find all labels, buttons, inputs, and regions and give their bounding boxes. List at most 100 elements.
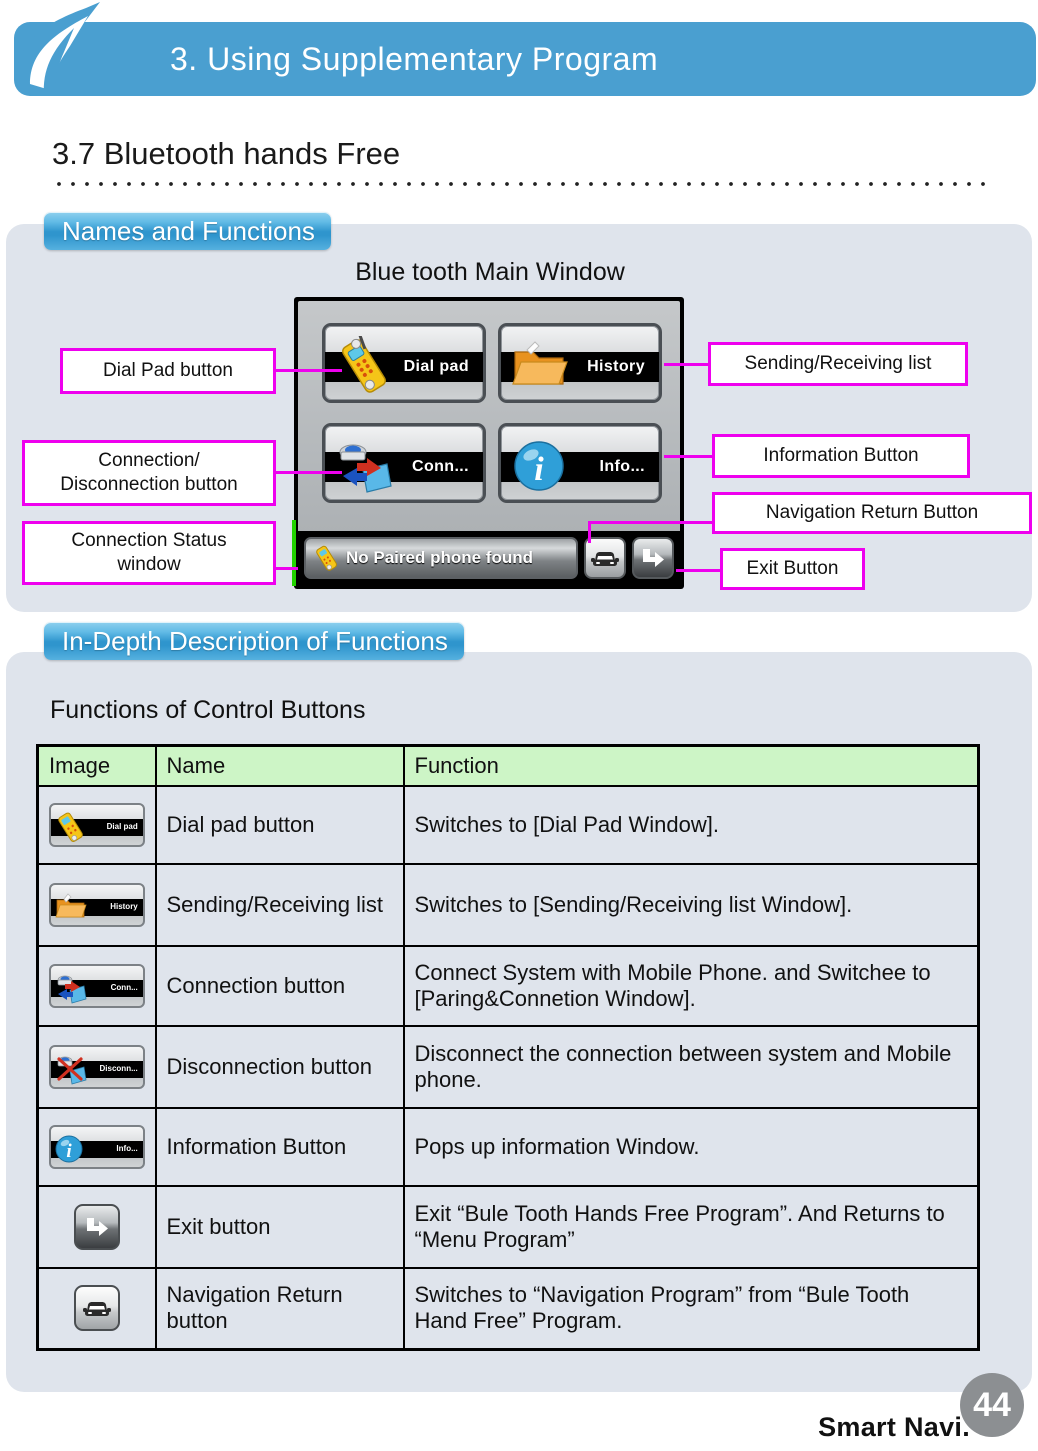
table-row: Exit button Exit “Bule Tooth Hands Free … — [36, 1184, 980, 1269]
callout-dial-pad-button: Dial Pad button — [60, 348, 276, 394]
callout-dial-pad-label: Dial Pad button — [103, 359, 233, 381]
row-thumb-cell: Dial pad — [36, 784, 157, 865]
table-row: Conn... Connection button Connect System… — [36, 944, 980, 1027]
manual-page: 3. Using Supplementary Program 3.7 Bluet… — [0, 0, 1038, 1451]
leader-information — [664, 455, 714, 458]
connect-devices-icon — [54, 972, 88, 1004]
row-function-cell: Exit “Bule Tooth Hands Free Program”. An… — [402, 1184, 980, 1269]
car-front-icon — [82, 1302, 111, 1317]
callout-exit-label: Exit Button — [746, 557, 839, 579]
bluetooth-main-window-screenshot: Dial pad History Conn... i Info... No Pa… — [294, 297, 684, 589]
info-ball-icon: i — [509, 436, 571, 496]
device-caption: Blue tooth Main Window — [355, 258, 625, 286]
device-dial-pad-label: Dial pad — [403, 358, 469, 375]
callout-information-label: Information Button — [763, 444, 919, 466]
yellow-phone-icon — [316, 545, 337, 571]
device-history-button[interactable]: History — [498, 323, 662, 403]
column-header-function: Function — [402, 744, 980, 787]
row-thumb-cell: Conn... — [36, 944, 157, 1027]
row-name-cell: Connection button — [154, 944, 405, 1027]
row-name-cell: Information Button — [154, 1106, 405, 1187]
device-information-button[interactable]: i Info... — [498, 423, 662, 503]
row-function-cell: Connect System with Mobile Phone. and Sw… — [402, 944, 980, 1027]
thumb-history: History — [48, 882, 145, 927]
row-name-cell: Sending/Receiving list — [154, 862, 405, 947]
thumb-information: i Info... — [48, 1124, 145, 1169]
arrow-exit-icon — [86, 1217, 108, 1236]
thumb-label: Disconn... — [99, 1064, 138, 1074]
footer-brand: Smart Navi. — [818, 1412, 970, 1442]
row-thumb-cell: i Info... — [36, 1106, 157, 1187]
row-function-cell: Switches to “Navigation Program” from “B… — [402, 1266, 980, 1351]
column-header-name: Name — [154, 744, 405, 787]
table-row: History Sending/Receiving list Switches … — [36, 862, 980, 947]
tab-in-depth-description[interactable]: In-Depth Description of Functions — [44, 622, 464, 660]
table-row: Disconn... Disconnection button Disconne… — [36, 1024, 980, 1109]
thumb-dial-pad: Dial pad — [48, 802, 145, 847]
thumb-disconnection: Disconn... — [48, 1044, 145, 1089]
device-navigation-return-button[interactable] — [584, 537, 626, 579]
row-function-cell: Disconnect the connection between system… — [402, 1024, 980, 1109]
table-caption: Functions of Control Buttons — [50, 696, 366, 724]
row-thumb-cell: History — [36, 862, 157, 947]
thumb-label: History — [110, 902, 138, 912]
device-exit-button[interactable] — [632, 537, 674, 579]
device-information-label: Info... — [599, 458, 645, 475]
disconnect-devices-icon — [54, 1053, 88, 1085]
row-thumb-cell: Disconn... — [36, 1024, 157, 1109]
row-name-cell: Navigation Return button — [154, 1266, 405, 1351]
row-function-cell: Switches to [Dial Pad Window]. — [402, 784, 980, 865]
device-connection-label: Conn... — [411, 458, 469, 475]
folder-icon — [54, 891, 88, 923]
yellow-phone-icon — [333, 333, 395, 396]
device-history-label: History — [587, 358, 645, 375]
row-name-cell: Dial pad button — [154, 784, 405, 865]
folder-icon — [509, 336, 571, 396]
functions-of-control-buttons-table: Image Name Function Dial pad Dial pad bu… — [36, 744, 980, 1351]
leader-connection-status — [276, 567, 298, 570]
thumb-label: Dial pad — [106, 822, 138, 832]
smart-navi-logo-icon — [8, 0, 158, 100]
connection-status-window: No Paired phone found — [304, 537, 578, 579]
functions-table-wrapper: Image Name Function Dial pad Dial pad bu… — [36, 744, 980, 1351]
tab-names-and-functions[interactable]: Names and Functions — [44, 212, 331, 250]
callout-information-button: Information Button — [712, 434, 970, 478]
device-connection-button[interactable]: Conn... — [322, 423, 486, 503]
callout-status-line2: window — [117, 554, 181, 575]
info-ball-icon: i — [54, 1133, 88, 1165]
column-header-image: Image — [36, 744, 157, 787]
row-thumb-cell — [36, 1266, 157, 1351]
callout-navigation-return-button: Navigation Return Button — [712, 492, 1032, 534]
thumb-connection: Conn... — [48, 963, 145, 1008]
connection-status-marker — [292, 520, 296, 586]
svg-text:i: i — [534, 451, 544, 488]
dotted-divider — [52, 176, 992, 186]
thumb-exit — [73, 1203, 120, 1250]
callout-connection-disconnection-button: Connection/ Disconnection button — [22, 440, 276, 506]
table-row: i Info... Information Button Pops up inf… — [36, 1106, 980, 1187]
row-function-cell: Switches to [Sending/Receiving list Wind… — [402, 862, 980, 947]
connect-devices-icon — [333, 436, 395, 496]
row-name-cell: Exit button — [154, 1184, 405, 1269]
yellow-phone-icon — [54, 811, 88, 843]
callout-sending-receiving-list: Sending/Receiving list — [708, 342, 968, 386]
car-front-icon — [591, 552, 619, 566]
device-dial-pad-button[interactable]: Dial pad — [322, 323, 486, 403]
leader-exit — [676, 569, 722, 572]
table-header-row: Image Name Function — [36, 744, 980, 787]
callout-exit-button: Exit Button — [720, 548, 865, 590]
callout-connection-status-window: Connection Status window — [22, 521, 276, 585]
arrow-exit-icon — [643, 549, 664, 567]
table-row: Dial pad Dial pad button Switches to [Di… — [36, 784, 980, 865]
row-function-cell: Pops up information Window. — [402, 1106, 980, 1187]
page-number-badge: 44 — [960, 1373, 1024, 1437]
row-name-cell: Disconnection button — [154, 1024, 405, 1109]
leader-nav-return-drop — [588, 521, 591, 543]
thumb-navigation-return — [73, 1285, 120, 1332]
section-heading: 3.7 Bluetooth hands Free — [52, 136, 401, 171]
svg-text:i: i — [66, 1141, 72, 1162]
leader-sending-receiving — [664, 363, 710, 366]
page-title: 3. Using Supplementary Program — [170, 40, 659, 77]
row-thumb-cell — [36, 1184, 157, 1269]
callout-status-line1: Connection Status — [71, 530, 227, 552]
